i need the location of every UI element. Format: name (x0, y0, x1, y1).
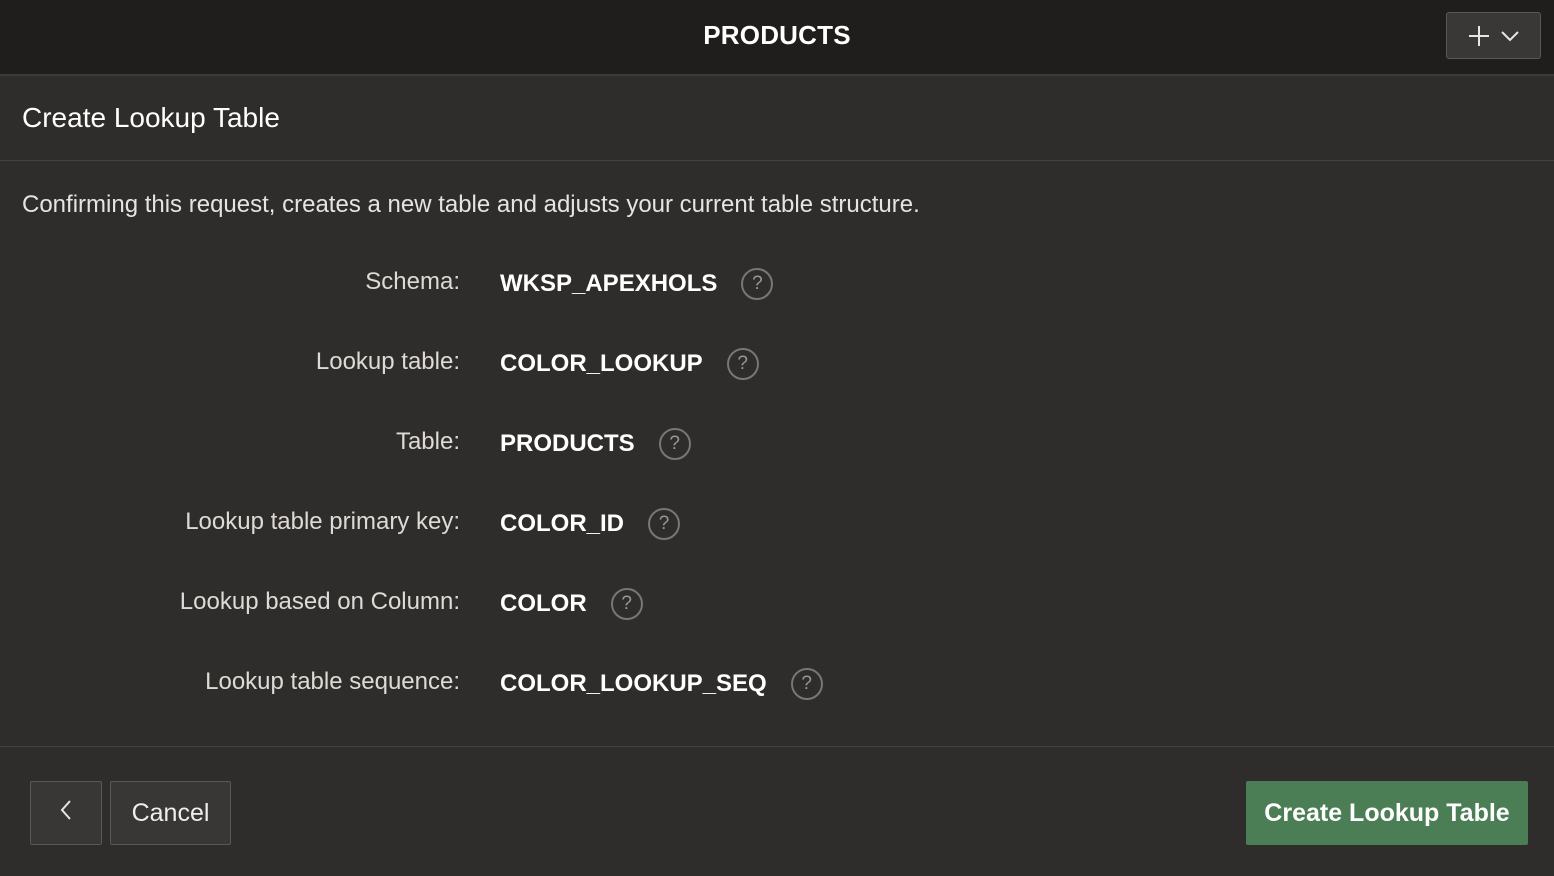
field-value-text: PRODUCTS (500, 430, 635, 457)
field-value: COLOR_LOOKUP ? (500, 348, 759, 380)
field-row-sequence: Lookup table sequence: COLOR_LOOKUP_SEQ … (0, 662, 1554, 702)
field-value: WKSP_APEXHOLS ? (500, 268, 774, 300)
field-value: PRODUCTS ? (500, 428, 691, 460)
help-icon[interactable]: ? (610, 588, 643, 620)
field-value: COLOR ? (500, 588, 643, 620)
field-row-schema: Schema: WKSP_APEXHOLS ? (0, 262, 1554, 302)
chevron-down-icon (1500, 30, 1520, 42)
field-label: Lookup table primary key: (185, 508, 460, 535)
top-bar: PRODUCTS (0, 0, 1554, 76)
field-value-text: COLOR_LOOKUP (500, 350, 703, 377)
field-value-text: COLOR_ID (500, 510, 625, 537)
field-label: Schema: (365, 268, 460, 295)
field-label: Lookup table: (315, 348, 460, 375)
add-menu-button[interactable] (1446, 12, 1541, 59)
help-icon[interactable]: ? (726, 348, 759, 380)
create-lookup-table-button[interactable]: Create Lookup Table (1246, 781, 1528, 845)
field-row-primary-key: Lookup table primary key: COLOR_ID ? (0, 502, 1554, 542)
chevron-left-icon (59, 799, 73, 828)
field-row-lookup-table: Lookup table: COLOR_LOOKUP ? (0, 342, 1554, 382)
help-icon[interactable]: ? (790, 668, 823, 700)
field-label: Table: (395, 428, 460, 455)
page-title: PRODUCTS (703, 20, 851, 50)
dialog-title: Create Lookup Table (22, 102, 280, 133)
field-value-text: WKSP_APEXHOLS (500, 270, 718, 297)
plus-icon (1468, 25, 1490, 47)
field-value: COLOR_LOOKUP_SEQ ? (500, 668, 823, 700)
help-icon[interactable]: ? (741, 268, 774, 300)
back-button[interactable] (30, 781, 102, 845)
field-value-text: COLOR_LOOKUP_SEQ (500, 670, 767, 697)
dialog-description: Confirming this request, creates a new t… (22, 191, 920, 218)
field-row-table: Table: PRODUCTS ? (0, 422, 1554, 462)
dialog-footer: Cancel Create Lookup Table (0, 746, 1554, 876)
field-label: Lookup based on Column: (179, 588, 460, 615)
field-value-text: COLOR (500, 590, 587, 617)
field-row-based-on-column: Lookup based on Column: COLOR ? (0, 582, 1554, 622)
field-value: COLOR_ID ? (500, 508, 681, 540)
create-lookup-table-dialog: PRODUCTS Create Lookup Table Confirming … (0, 0, 1554, 876)
help-icon[interactable]: ? (648, 508, 681, 540)
help-icon[interactable]: ? (658, 428, 691, 460)
dialog-header: Create Lookup Table (0, 78, 1554, 161)
cancel-button[interactable]: Cancel (110, 781, 231, 845)
field-label: Lookup table sequence: (205, 668, 460, 695)
